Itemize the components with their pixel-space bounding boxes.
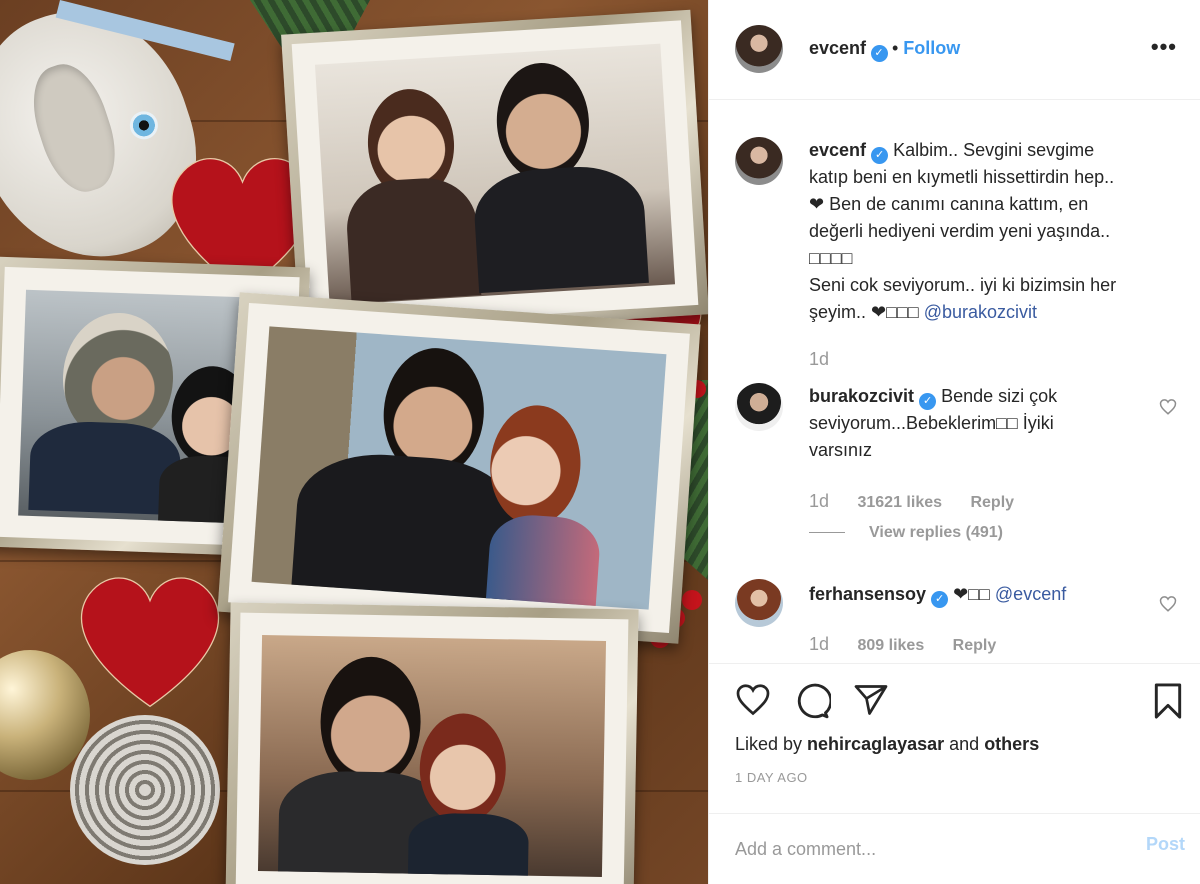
- add-comment-bar: Post: [709, 813, 1200, 884]
- comment-meta: 1d 809 likes Reply: [809, 634, 996, 655]
- caption-time[interactable]: 1d: [809, 349, 829, 369]
- caption-line-4: değerli hediyeni verdim yeni yaşında..: [809, 221, 1111, 241]
- comment-username[interactable]: ferhansensoy: [809, 584, 926, 604]
- author-line: evcenf ✓ • Follow: [809, 38, 960, 62]
- post-actions: Liked by nehircaglayasar and others 1 DA…: [709, 663, 1200, 813]
- person-head: [493, 60, 593, 184]
- comment-meta: 1d 31621 likes Reply: [809, 491, 1014, 512]
- liked-by-prefix: Liked by: [735, 734, 808, 754]
- author-avatar[interactable]: [735, 25, 783, 73]
- person-body: [471, 163, 649, 294]
- photo-frame: [281, 9, 708, 340]
- view-replies-label: View replies (491): [869, 524, 1003, 541]
- comment-time[interactable]: 1d: [809, 491, 829, 511]
- reply-button[interactable]: Reply: [970, 494, 1014, 511]
- comment-username[interactable]: burakozcivit: [809, 386, 914, 406]
- comment-text: burakozcivit ✓ Bende sizi çok seviyorum.…: [809, 383, 1139, 464]
- liked-by-user-link[interactable]: nehircaglayasar: [807, 734, 944, 754]
- caption-line-5: □□□□: [809, 248, 853, 268]
- comment-line-1: Bende sizi çok: [941, 386, 1058, 406]
- verified-badge-icon: ✓: [919, 393, 937, 410]
- post-header: evcenf ✓ • Follow •••: [709, 0, 1200, 100]
- comment-avatar[interactable]: [735, 579, 783, 627]
- add-comment-input[interactable]: [735, 834, 1115, 864]
- framed-photo: [251, 326, 667, 610]
- frame-mat: [235, 612, 629, 884]
- red-heart-ornament: [81, 577, 219, 708]
- bookmark-save-icon[interactable]: [1153, 682, 1183, 720]
- post-comment-button[interactable]: Post: [1146, 834, 1185, 855]
- caption-mention-link[interactable]: @burakozcivit: [924, 302, 1037, 322]
- post-photo[interactable]: [0, 0, 708, 884]
- frame-mat: [228, 302, 690, 634]
- comment-line-3: varsınız: [809, 440, 873, 460]
- post-timestamp[interactable]: 1 DAY AGO: [735, 770, 808, 785]
- reply-button[interactable]: Reply: [953, 637, 997, 654]
- comment-likes[interactable]: 809 likes: [857, 637, 924, 654]
- photo-frame: [225, 602, 639, 884]
- replies-divider: [809, 532, 845, 534]
- liked-by-line: Liked by nehircaglayasar and others: [735, 734, 1039, 755]
- view-replies-button[interactable]: View replies (491): [809, 524, 1003, 542]
- comment-bubble-icon[interactable]: [793, 682, 831, 720]
- comment-body: ❤□□: [953, 584, 995, 604]
- comment-time[interactable]: 1d: [809, 634, 829, 654]
- like-comment-icon[interactable]: [1159, 595, 1177, 613]
- comments-section: evcenf ✓ Kalbim.. Sevgini sevgime katıp …: [709, 101, 1200, 663]
- comment-line-2: seviyorum...Bebeklerim□□ İyiki: [809, 413, 1054, 433]
- caption-line-1: Kalbim.. Sevgini sevgime: [893, 140, 1095, 160]
- caption-line-6: Seni cok seviyorum.. iyi ki bizimsin her: [809, 275, 1117, 295]
- frame-mat: [291, 20, 699, 329]
- comment-avatar[interactable]: [735, 383, 783, 431]
- verified-badge-icon: ✓: [870, 45, 888, 62]
- comment-mention-link[interactable]: @evcenf: [995, 584, 1066, 604]
- liked-by-others-link[interactable]: others: [984, 734, 1039, 754]
- caption-line-7-text: şeyim.. ❤□□□: [809, 302, 924, 322]
- person-body: [344, 175, 482, 303]
- framed-photo: [257, 635, 607, 877]
- framed-photo: [314, 43, 676, 306]
- author-username[interactable]: evcenf: [809, 38, 866, 58]
- red-berry: [682, 590, 702, 610]
- person-body: [407, 812, 529, 877]
- person-body: [485, 512, 602, 610]
- caption-avatar[interactable]: [735, 137, 783, 185]
- verified-badge-icon: ✓: [931, 591, 949, 608]
- caption-line: evcenf ✓ Kalbim.. Sevgini sevgime: [809, 137, 1179, 164]
- like-comment-icon[interactable]: [1159, 398, 1177, 416]
- caption-line-3: ❤ Ben de canımı canına kattım, en: [809, 194, 1089, 214]
- silver-bauble: [70, 715, 220, 865]
- photo-frame: [217, 292, 701, 644]
- comment-line: burakozcivit ✓ Bende sizi çok: [809, 383, 1139, 410]
- post-side-panel: evcenf ✓ • Follow ••• evcenf ✓ Kalbim.. …: [708, 0, 1200, 884]
- separator-dot: •: [891, 38, 904, 58]
- verified-badge-icon: ✓: [871, 147, 889, 164]
- share-send-icon[interactable]: [853, 682, 889, 718]
- evil-eye-bead: [126, 107, 162, 143]
- caption-meta: 1d: [809, 349, 829, 370]
- person-head: [319, 656, 422, 788]
- caption-line-2: katıp beni en kıymetli hissettirdin hep.…: [809, 167, 1115, 187]
- liked-by-middle: and: [944, 734, 985, 754]
- comment-text: ferhansensoy ✓ ❤□□ @evcenf: [809, 581, 1139, 608]
- comment-likes[interactable]: 31621 likes: [857, 494, 942, 511]
- caption-line-7: şeyim.. ❤□□□ @burakozcivit: [809, 299, 1179, 326]
- caption-username[interactable]: evcenf: [809, 140, 866, 160]
- person-body: [291, 448, 521, 604]
- like-heart-icon[interactable]: [735, 682, 771, 718]
- footprint-shape: [20, 55, 128, 201]
- person-head: [418, 712, 507, 825]
- caption-text: evcenf ✓ Kalbim.. Sevgini sevgime katıp …: [809, 137, 1179, 326]
- more-options-icon[interactable]: •••: [1151, 34, 1177, 60]
- follow-button[interactable]: Follow: [903, 38, 960, 58]
